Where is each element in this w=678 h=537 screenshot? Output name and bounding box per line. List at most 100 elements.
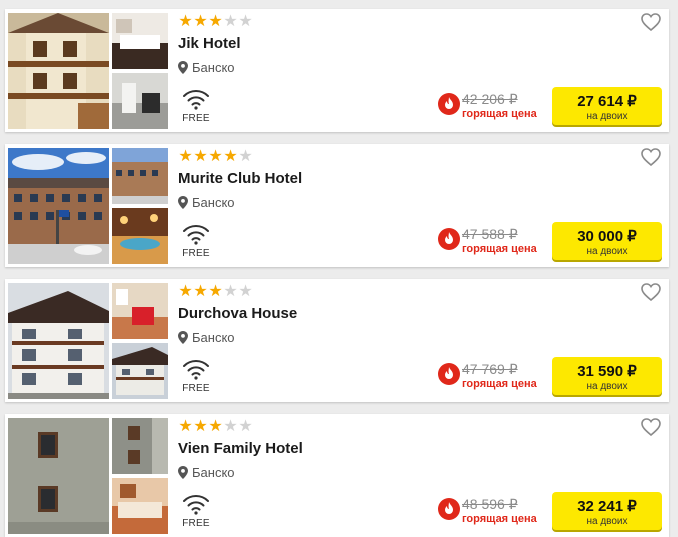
star-icon: ★ (178, 418, 193, 435)
price-note: на двоих (586, 516, 628, 527)
map-pin-icon (178, 331, 188, 344)
hot-price-label: горящая цена (462, 243, 537, 255)
hotel-name[interactable]: Jik Hotel (178, 35, 241, 52)
star-icon: ★ (208, 13, 223, 30)
hot-price-fire-icon (438, 363, 460, 385)
star-icon: ★ (193, 13, 208, 30)
hotel-name[interactable]: Vien Family Hotel (178, 440, 303, 457)
star-icon: ★ (223, 418, 238, 435)
wifi-icon (178, 88, 214, 110)
price-button[interactable]: 30 000 ₽ на двоих (552, 222, 662, 260)
price-value: 30 000 ₽ (577, 228, 637, 245)
price-note: на двоих (586, 381, 628, 392)
star-icon: ★ (208, 418, 223, 435)
hotel-photo-thumb[interactable] (112, 283, 168, 339)
favorite-heart-icon[interactable] (641, 418, 661, 436)
price-button[interactable]: 32 241 ₽ на двоих (552, 492, 662, 530)
star-icon: ★ (223, 148, 238, 165)
hotel-photos[interactable] (8, 283, 168, 399)
location-label: Банско (192, 330, 235, 345)
hot-price-label: горящая цена (462, 513, 537, 525)
hotel-photos[interactable] (8, 13, 168, 129)
wifi-label: FREE (182, 383, 210, 394)
old-price: 48 596 ₽ (462, 496, 518, 512)
wifi-label: FREE (182, 518, 210, 529)
hot-price-label: горящая цена (462, 378, 537, 390)
star-icon: ★ (238, 418, 253, 435)
favorite-heart-icon[interactable] (641, 13, 661, 31)
hotel-photo-main[interactable] (8, 418, 109, 534)
map-pin-icon (178, 196, 188, 209)
location-label: Банско (192, 465, 235, 480)
hotel-photo-thumb[interactable] (112, 208, 168, 264)
star-rating: ★★★★★ (178, 419, 253, 435)
old-price: 47 769 ₽ (462, 361, 518, 377)
map-pin-icon (178, 61, 188, 74)
wifi-icon (178, 493, 214, 515)
hotel-location: Банско (178, 465, 235, 480)
wifi-label: FREE (182, 113, 210, 124)
hotel-photo-thumb[interactable] (112, 478, 168, 534)
old-price: 47 588 ₽ (462, 226, 518, 242)
star-icon: ★ (223, 283, 238, 300)
favorite-heart-icon[interactable] (641, 148, 661, 166)
wifi-icon (178, 223, 214, 245)
hotel-photo-thumb[interactable] (112, 343, 168, 399)
wifi-amenity: FREE (178, 358, 214, 394)
price-value: 31 590 ₽ (577, 363, 637, 380)
hotel-photos[interactable] (8, 418, 168, 534)
star-icon: ★ (238, 283, 253, 300)
wifi-amenity: FREE (178, 493, 214, 529)
star-rating: ★★★★★ (178, 149, 253, 165)
favorite-heart-icon[interactable] (641, 283, 661, 301)
price-button[interactable]: 27 614 ₽ на двоих (552, 87, 662, 125)
star-icon: ★ (238, 13, 253, 30)
price-button[interactable]: 31 590 ₽ на двоих (552, 357, 662, 395)
star-icon: ★ (178, 283, 193, 300)
wifi-amenity: FREE (178, 223, 214, 259)
hotel-photo-thumb[interactable] (112, 148, 168, 204)
star-rating: ★★★★★ (178, 14, 253, 30)
price-note: на двоих (586, 246, 628, 257)
star-icon: ★ (193, 283, 208, 300)
hotel-card[interactable]: ★★★★★ Vien Family Hotel Банско FREE 48 5… (5, 414, 669, 537)
hot-price-fire-icon (438, 93, 460, 115)
hotel-card[interactable]: ★★★★★ Murite Club Hotel Банско FREE 47 5… (5, 144, 669, 267)
star-icon: ★ (193, 148, 208, 165)
hotel-location: Банско (178, 195, 235, 210)
star-icon: ★ (208, 283, 223, 300)
hotel-card[interactable]: ★★★★★ Durchova House Банско FREE 47 769 … (5, 279, 669, 402)
wifi-amenity: FREE (178, 88, 214, 124)
star-icon: ★ (178, 13, 193, 30)
price-value: 32 241 ₽ (577, 498, 637, 515)
old-price: 42 206 ₽ (462, 91, 518, 107)
hot-price-label: горящая цена (462, 108, 537, 120)
star-icon: ★ (238, 148, 253, 165)
star-icon: ★ (193, 418, 208, 435)
hotel-name[interactable]: Durchova House (178, 305, 297, 322)
hot-price-fire-icon (438, 498, 460, 520)
hotel-photo-main[interactable] (8, 148, 109, 264)
star-rating: ★★★★★ (178, 284, 253, 300)
hotel-photo-main[interactable] (8, 13, 109, 129)
star-icon: ★ (223, 13, 238, 30)
hotel-photo-thumb[interactable] (112, 13, 168, 69)
wifi-icon (178, 358, 214, 380)
wifi-label: FREE (182, 248, 210, 259)
hotel-photos[interactable] (8, 148, 168, 264)
hotel-location: Банско (178, 60, 235, 75)
hotel-name[interactable]: Murite Club Hotel (178, 170, 302, 187)
price-note: на двоих (586, 111, 628, 122)
hotel-photo-thumb[interactable] (112, 418, 168, 474)
map-pin-icon (178, 466, 188, 479)
hot-price-fire-icon (438, 228, 460, 250)
location-label: Банско (192, 195, 235, 210)
star-icon: ★ (208, 148, 223, 165)
hotel-photo-thumb[interactable] (112, 73, 168, 129)
hotel-card[interactable]: ★★★★★ Jik Hotel Банско FREE 42 206 ₽ гор… (5, 9, 669, 132)
hotel-location: Банско (178, 330, 235, 345)
star-icon: ★ (178, 148, 193, 165)
price-value: 27 614 ₽ (577, 93, 637, 110)
hotel-photo-main[interactable] (8, 283, 109, 399)
location-label: Банско (192, 60, 235, 75)
